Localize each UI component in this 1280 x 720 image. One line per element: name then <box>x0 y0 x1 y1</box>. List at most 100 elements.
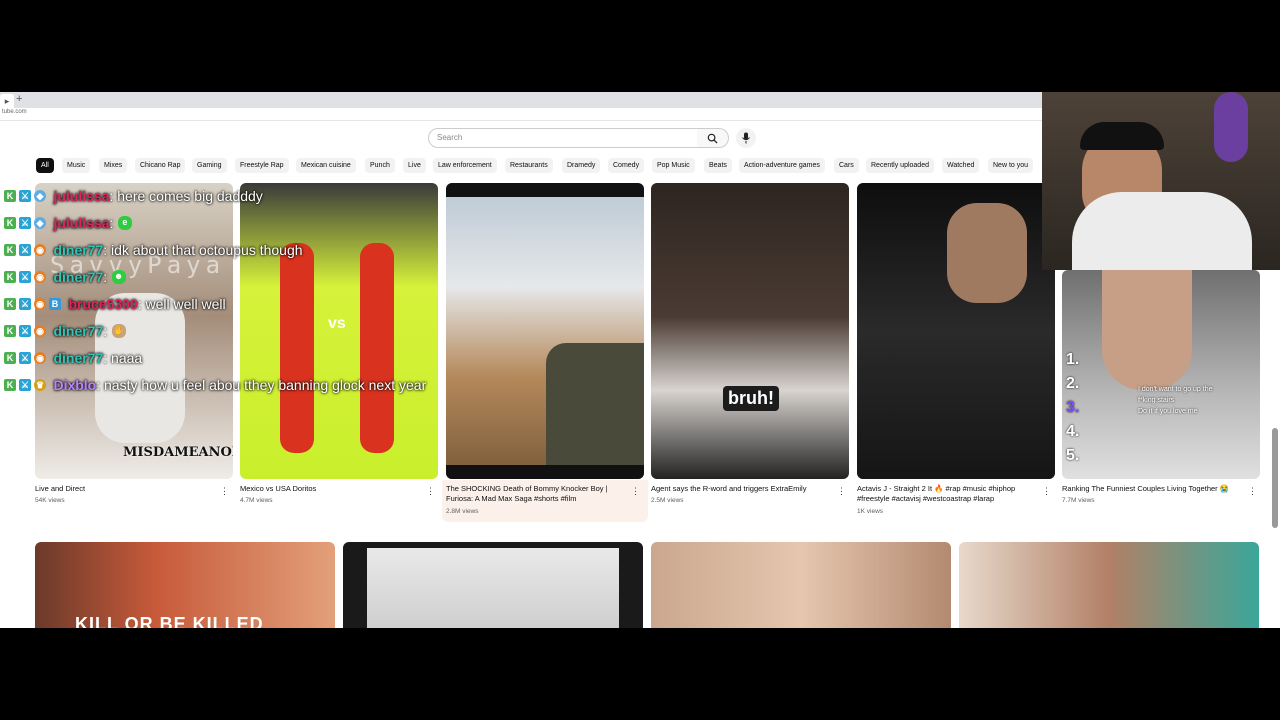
caption-line: f*king stairs <box>1138 397 1175 404</box>
video-thumbnail[interactable]: KILL OR BE KILLED <box>35 542 335 628</box>
video-views: 7.7M views <box>1062 497 1095 504</box>
chip-music[interactable]: Music <box>62 158 91 173</box>
voice-search-button[interactable] <box>736 128 756 148</box>
video-thumbnail[interactable] <box>651 542 951 628</box>
more-options-icon[interactable]: ⋮ <box>631 487 640 496</box>
sword-badge-icon: ⚔ <box>19 297 31 310</box>
sword-badge-icon: ⚔ <box>19 243 31 256</box>
search-button[interactable] <box>697 128 729 148</box>
thumbnail-overlay-text: bruh! <box>723 386 779 411</box>
fox-badge-icon: ◉ <box>34 351 46 364</box>
video-title[interactable]: Ranking The Funniest Couples Living Toge… <box>1062 484 1244 494</box>
sword-badge-icon: ⚔ <box>19 189 31 202</box>
video-thumbnail[interactable] <box>446 183 644 479</box>
chat-line: K ⚔ ◆ jululissa: here comes big dadddy <box>4 187 263 207</box>
chip-beats[interactable]: Beats <box>704 158 732 173</box>
thumbnail-frame <box>367 548 619 628</box>
shield-badge-icon: ◆ <box>34 216 46 229</box>
kick-icon: K <box>4 189 16 202</box>
webcam-overlay <box>1042 92 1280 270</box>
chat-message: : here comes big dadddy <box>109 187 263 204</box>
streamer-shirt <box>1072 192 1252 270</box>
microphone-icon <box>742 132 750 144</box>
chip-restaurants[interactable]: Restaurants <box>505 158 553 173</box>
video-title[interactable]: The SHOCKING Death of Bommy Knocker Boy … <box>446 484 626 504</box>
video-title[interactable]: Mexico vs USA Doritos <box>240 484 420 494</box>
chip-recently-uploaded[interactable]: Recently uploaded <box>866 158 934 173</box>
search-input[interactable]: Search <box>428 128 698 148</box>
chat-message: : <box>103 268 108 285</box>
kick-icon: K <box>4 351 16 364</box>
video-views: 54K views <box>35 497 65 504</box>
more-options-icon[interactable]: ⋮ <box>426 487 435 496</box>
chip-freestyle-rap[interactable]: Freestyle Rap <box>235 158 289 173</box>
thumbnail-figure <box>546 343 644 465</box>
fox-badge-icon: ◉ <box>34 270 46 283</box>
chip-dramedy[interactable]: Dramedy <box>562 158 601 173</box>
chip-mixes[interactable]: Mixes <box>99 158 128 173</box>
video-thumbnail[interactable] <box>959 542 1259 628</box>
chat-username: diner77 <box>53 241 104 258</box>
fox-badge-icon: ◉ <box>34 324 46 337</box>
chip-mexican-cuisine[interactable]: Mexican cuisine <box>296 158 356 173</box>
browser-tab[interactable]: ▸ <box>0 94 14 108</box>
chip-punch[interactable]: Punch <box>365 158 395 173</box>
chip-chicano-rap[interactable]: Chicano Rap <box>135 158 186 173</box>
chat-message: : nasty how u feel abou tthey banning gl… <box>96 376 427 393</box>
letterbox-bar <box>446 183 644 197</box>
headphones <box>1080 122 1164 150</box>
crown-badge-icon: ♛ <box>34 378 46 391</box>
more-options-icon[interactable]: ⋮ <box>1248 487 1257 496</box>
subscriber-badge-icon: B <box>49 297 61 310</box>
video-title[interactable]: Agent says the R-word and triggers Extra… <box>651 484 831 494</box>
emote-icon: ☻ <box>111 269 126 284</box>
fox-badge-icon: ◉ <box>34 243 46 256</box>
url-text: tube.com <box>2 109 27 115</box>
video-thumbnail[interactable] <box>857 183 1055 479</box>
chip-all[interactable]: All <box>36 158 54 173</box>
chat-line: K ⚔ ◉ diner77: idk about that octoupus tho… <box>4 241 303 261</box>
video-views: 2.5M views <box>651 497 684 504</box>
chat-message: : idk about that octoupus though <box>103 241 303 258</box>
chip-gaming[interactable]: Gaming <box>192 158 227 173</box>
chip-live[interactable]: Live <box>403 158 426 173</box>
video-views: 1K views <box>857 508 884 515</box>
chip-law-enforcement[interactable]: Law enforcement <box>433 158 497 173</box>
video-title[interactable]: Actavis J - Straight 2 It 🔥 #rap #music … <box>857 484 1037 504</box>
more-options-icon[interactable]: ⋮ <box>837 487 846 496</box>
chip-action-adventure-games[interactable]: Action-adventure games <box>739 158 825 173</box>
chat-line: K ⚔ ◉ diner77: ✋ <box>4 322 129 342</box>
chat-line: K ⚔ ◉ diner77: ☻ <box>4 268 129 288</box>
chat-message: : <box>103 322 108 339</box>
shield-badge-icon: ◆ <box>34 189 46 202</box>
page-scrollbar[interactable] <box>1272 428 1278 528</box>
chip-new-to-you[interactable]: New to you <box>988 158 1034 173</box>
kick-icon: K <box>4 378 16 391</box>
video-thumbnail[interactable]: bruh! <box>651 183 849 479</box>
sword-badge-icon: ⚔ <box>19 270 31 283</box>
more-options-icon[interactable]: ⋮ <box>1042 487 1051 496</box>
video-title[interactable]: Live and Direct <box>35 484 215 494</box>
more-options-icon[interactable]: ⋮ <box>220 487 229 496</box>
new-tab-button[interactable]: + <box>16 93 22 105</box>
chip-watched[interactable]: Watched <box>942 158 980 173</box>
chip-cars[interactable]: Cars <box>834 158 859 173</box>
chat-username: Dixblo <box>53 376 97 393</box>
video-thumbnail[interactable]: 1. 2. 3. 4. 5. I don't want to go up the f*k… <box>1062 270 1260 479</box>
chip-comedy[interactable]: Comedy <box>608 158 645 173</box>
chat-username: diner77 <box>53 268 104 285</box>
chat-username: jululissa <box>53 187 110 204</box>
chat-username: diner77 <box>53 349 104 366</box>
caption-line: Do it if you love me <box>1138 408 1198 415</box>
chat-username: diner77 <box>53 322 104 339</box>
thumbnail-overlay-text: MISDAMEANOR <box>123 445 233 460</box>
chat-username: jululissa <box>53 214 110 231</box>
fox-badge-icon: ◉ <box>34 297 46 310</box>
emote-icon: e <box>117 215 132 230</box>
chat-line: K ⚔ ◉ B bruce5300: well well well <box>4 295 226 315</box>
kick-icon: K <box>4 216 16 229</box>
emote-icon: ✋ <box>111 323 126 338</box>
chat-message: : <box>109 214 114 231</box>
video-thumbnail[interactable] <box>343 542 643 628</box>
chip-pop-music[interactable]: Pop Music <box>652 158 695 173</box>
